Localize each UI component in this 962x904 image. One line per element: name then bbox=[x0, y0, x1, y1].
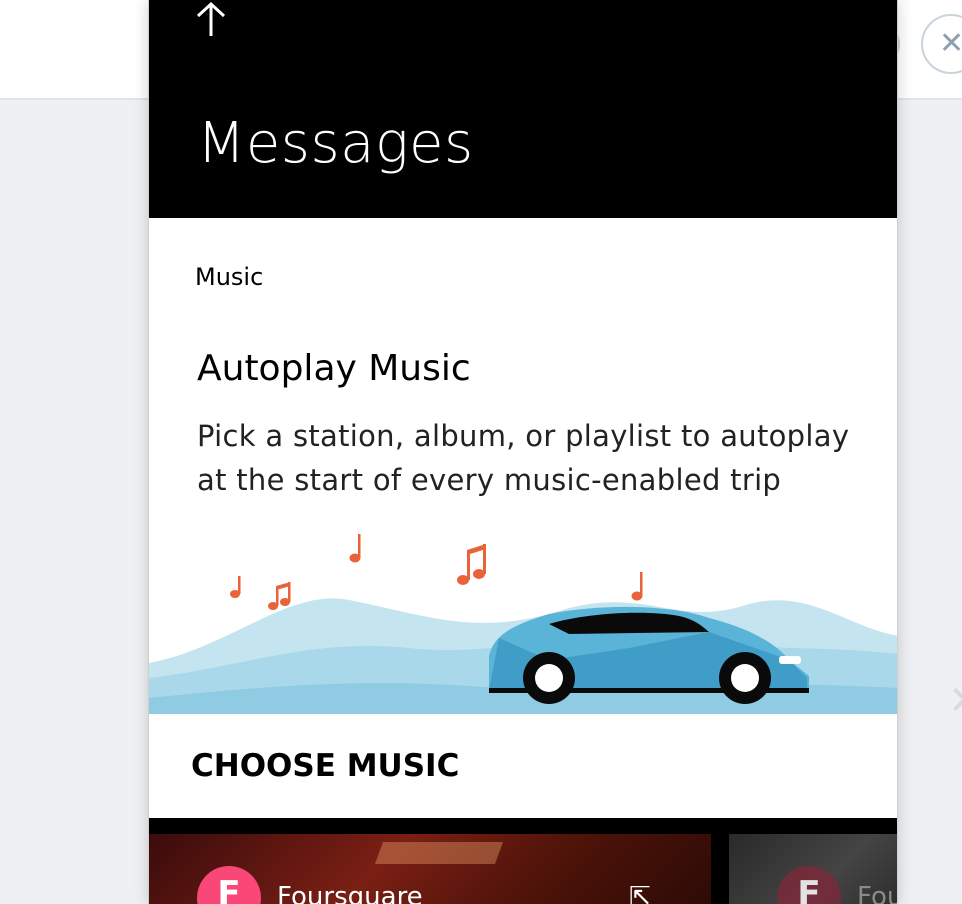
back-button[interactable] bbox=[193, 0, 229, 40]
autoplay-title: Autoplay Music bbox=[197, 348, 471, 389]
foursquare-logo-icon: F bbox=[197, 866, 261, 904]
page-title: Messages bbox=[197, 111, 474, 176]
music-provider-carousel[interactable]: F Foursquare ⇱ F Fou bbox=[149, 818, 897, 904]
car-music-illustration bbox=[149, 534, 897, 714]
autoplay-description: Pick a station, album, or playlist to au… bbox=[197, 419, 850, 497]
close-icon: ✕ bbox=[939, 26, 962, 61]
provider-name: Fou bbox=[857, 882, 897, 904]
provider-card-next[interactable]: F Fou bbox=[729, 834, 897, 904]
share-icon[interactable]: ⇱ bbox=[629, 882, 651, 904]
music-note-icon bbox=[230, 576, 241, 598]
provider-card-foursquare[interactable]: F Foursquare ⇱ bbox=[149, 834, 711, 904]
card-background-light bbox=[374, 842, 504, 864]
section-label: Music bbox=[195, 263, 264, 291]
music-note-icon bbox=[457, 544, 486, 585]
music-note-icon bbox=[268, 582, 291, 610]
messages-panel: Messages Music Autoplay Music Pick a sta… bbox=[148, 0, 898, 904]
choose-music-heading: CHOOSE MUSIC bbox=[191, 748, 460, 784]
arrow-up-icon bbox=[196, 1, 226, 36]
music-note-icon bbox=[349, 534, 361, 563]
music-note-icon bbox=[631, 572, 643, 601]
nav-bar: Messages bbox=[149, 0, 897, 218]
provider-name: Foursquare bbox=[277, 882, 423, 904]
foursquare-logo-icon: F bbox=[777, 866, 841, 904]
background-close-icon: ✕ bbox=[948, 678, 962, 724]
